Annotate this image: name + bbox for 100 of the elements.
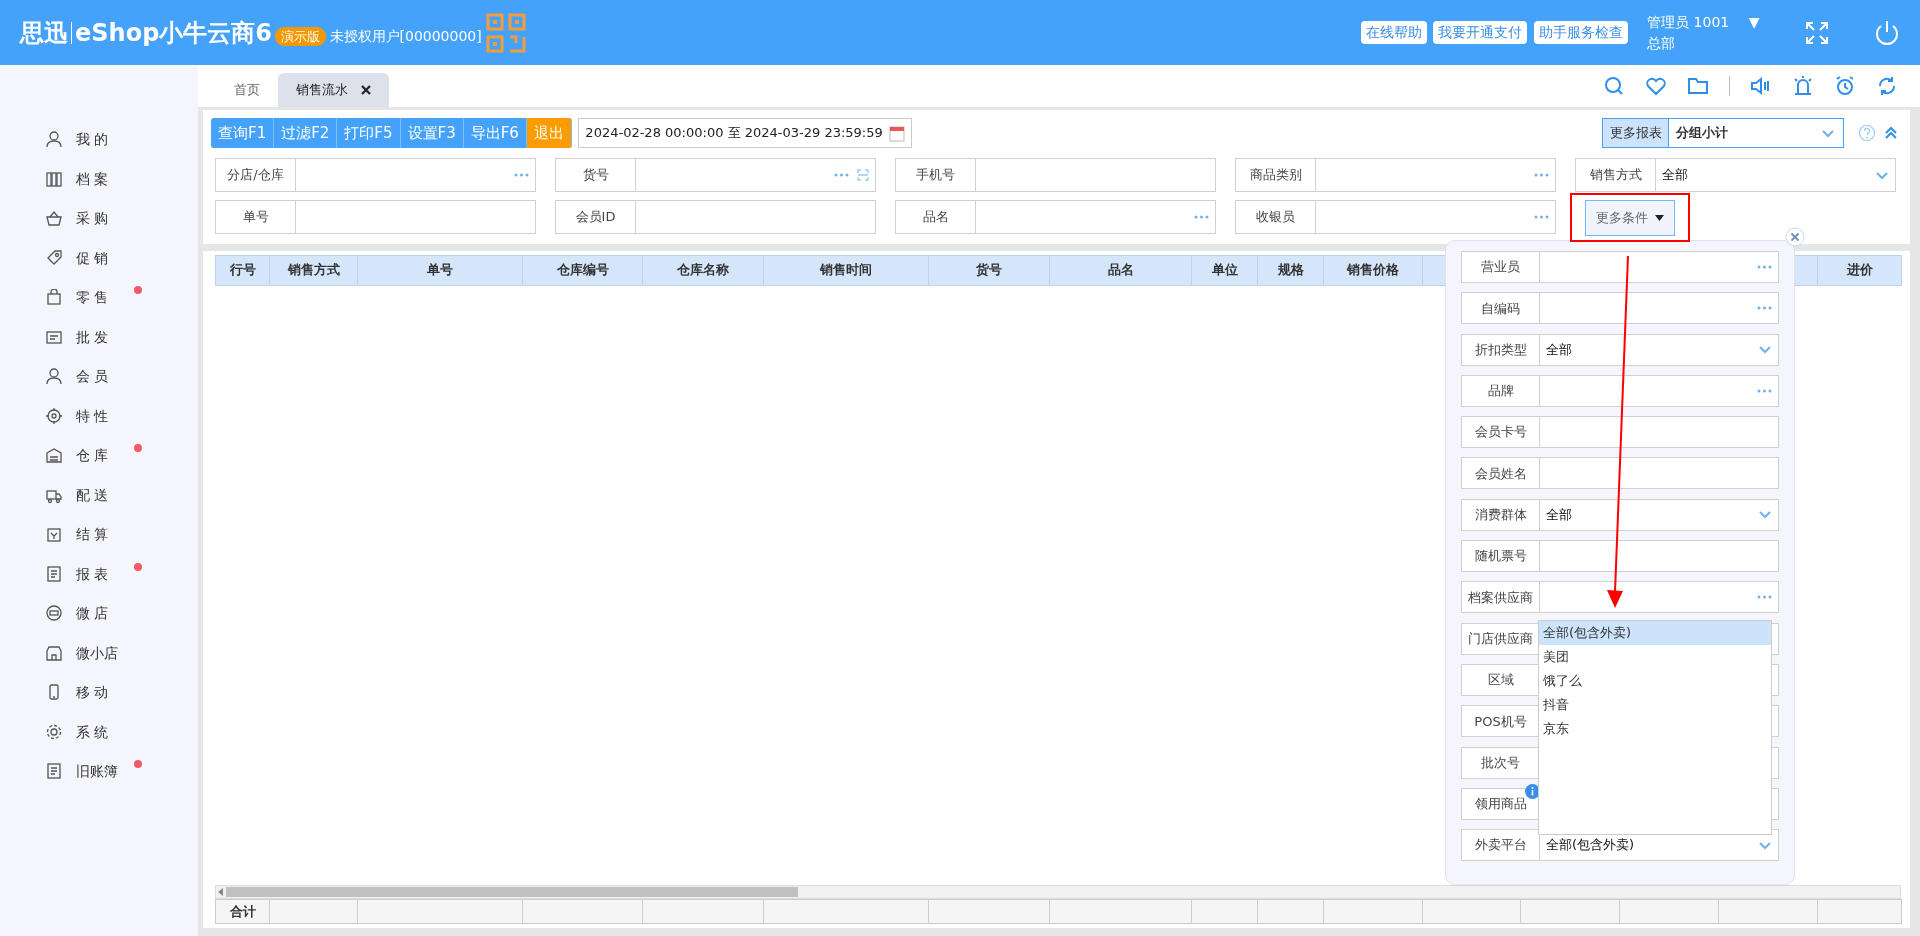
more-icon[interactable] [1757,264,1772,270]
header-link[interactable]: 助手服务检查 [1533,21,1628,44]
gear-icon [46,723,63,741]
filter-field[interactable]: 会员ID [555,200,876,234]
select-value: 全部(包含外卖) [1546,836,1636,855]
dropdown-option[interactable]: 京东 [1539,717,1771,741]
sidebar-item[interactable]: 档 案 [0,159,198,199]
column-header[interactable]: 仓库编号 [522,255,643,285]
fullscreen-icon[interactable] [1804,19,1830,46]
calendar-icon[interactable] [889,124,906,142]
scan-icon[interactable] [857,169,869,181]
filter-field[interactable]: 折扣类型 全部 [1461,333,1779,366]
collapse-icon[interactable] [1884,126,1898,140]
chevron-down-icon[interactable] [1758,839,1772,851]
filter-field[interactable]: 手机号 [895,158,1216,192]
edition-badge: 演示版 [275,26,327,47]
sidebar-item[interactable]: 仓 库 [0,436,198,476]
alarm-clock-icon[interactable] [1834,75,1856,97]
sidebar-item[interactable]: 会 员 [0,357,198,397]
chevron-down-icon[interactable] [1758,509,1772,521]
column-header[interactable]: 进价 [1817,255,1902,285]
column-header[interactable]: 货号 [928,255,1050,285]
column-header[interactable]: 销售方式 [269,255,358,285]
license-text: 未授权用户[00000000] [329,27,482,46]
column-header[interactable]: 单位 [1191,255,1258,285]
search-icon[interactable] [1603,75,1625,97]
folder-icon[interactable] [1687,75,1709,97]
filter-field[interactable]: 单号 [215,200,536,234]
filter-field[interactable]: 档案供应商 [1461,581,1779,614]
more-icon[interactable] [834,172,849,178]
filter-field[interactable]: 品牌 [1461,374,1779,407]
more-icon[interactable] [1757,305,1772,312]
sidebar-item[interactable]: 结 算 [0,515,198,555]
column-header[interactable]: 销售时间 [763,255,929,285]
column-header[interactable]: 行号 [215,255,270,285]
sidebar-item[interactable]: 微小店 [0,633,198,673]
filter-field[interactable]: 收银员 [1235,200,1556,234]
field-label: 会员ID [556,201,636,233]
header-link[interactable]: 在线帮助 [1360,21,1427,44]
filter-field[interactable]: 自编码 [1461,292,1779,325]
more-icon[interactable] [1534,214,1549,220]
more-conditions-button[interactable]: 更多条件 [1585,200,1675,236]
column-header[interactable]: 规格 [1257,255,1324,285]
filter-field[interactable]: 销售方式 全部 [1575,158,1896,192]
close-icon[interactable] [361,85,371,95]
tab[interactable]: 销售流水 [278,73,389,107]
scroll-left-icon[interactable] [216,888,226,896]
filter-field[interactable]: 分店/仓库 [215,158,536,192]
header-link[interactable]: 我要开通支付 [1433,21,1528,44]
sidebar-item[interactable]: 移 动 [0,673,198,713]
filter-field[interactable]: 随机票号 [1461,540,1779,573]
report-select[interactable]: 更多报表 分组小计 [1602,118,1844,148]
help-icon[interactable] [1858,124,1876,142]
caret-down-icon [1654,215,1664,221]
refresh-icon[interactable] [1876,75,1898,97]
chevron-down-icon[interactable] [1875,169,1889,181]
sidebar-item[interactable]: 采 购 [0,199,198,239]
field-label: 销售方式 [1576,159,1656,191]
dropdown-option[interactable]: 饿了么 [1539,669,1771,693]
field-label: 消费群体 [1462,499,1540,530]
target-icon [46,407,63,425]
column-header[interactable]: 单号 [357,255,523,285]
more-icon[interactable] [514,172,529,178]
sidebar-item[interactable]: 报 表 [0,554,198,594]
field-label: 品名 [896,201,976,233]
sidebar-item[interactable]: 零 售 [0,278,198,318]
column-header[interactable]: 销售价格 [1323,255,1423,285]
filter-field[interactable]: 消费群体 全部 [1461,498,1779,531]
sidebar-item[interactable]: 特 性 [0,396,198,436]
more-icon[interactable] [1534,172,1549,178]
heart-icon[interactable] [1645,75,1667,97]
dropdown-option[interactable]: 美团 [1539,645,1771,669]
dropdown-option[interactable]: 抖音 [1539,693,1771,717]
field-label: 收银员 [1236,201,1316,233]
column-header[interactable]: 品名 [1049,255,1192,285]
field-label: 分店/仓库 [216,159,296,191]
filter-field[interactable]: 商品类别 [1235,158,1556,192]
tab[interactable]: 首页 [216,73,278,107]
sidebar-item[interactable]: 微 店 [0,594,198,634]
sidebar-item[interactable]: 我 的 [0,120,198,160]
more-icon[interactable] [1757,387,1772,394]
filter-field[interactable]: 营业员 [1461,251,1779,283]
filter-field[interactable]: 货号 [555,158,876,192]
sidebar-item[interactable]: 配 送 [0,475,198,515]
filter-field[interactable]: 品名 [895,200,1216,234]
filter-field[interactable]: 会员卡号 [1461,416,1779,449]
filter-field[interactable]: 会员姓名 [1461,457,1779,490]
sidebar-item[interactable]: 批 发 [0,317,198,357]
date-range-field[interactable]: 2024-02-28 00:00:00 至 2024-03-29 23:59:59 [578,118,913,148]
more-icon[interactable] [1757,594,1772,601]
dropdown-option[interactable]: 全部(包含外卖) [1539,621,1771,645]
horizontal-scrollbar[interactable] [215,885,1901,899]
sidebar-item[interactable]: 旧账簿 [0,752,198,792]
sidebar-item[interactable]: 促 销 [0,238,198,278]
speaker-icon[interactable] [1750,75,1772,97]
chevron-down-icon[interactable] [1758,344,1772,356]
column-header[interactable]: 仓库名称 [642,255,764,285]
alarm-light-icon[interactable] [1792,75,1814,97]
sidebar-item[interactable]: 系 统 [0,712,198,752]
more-icon[interactable] [1194,214,1209,220]
